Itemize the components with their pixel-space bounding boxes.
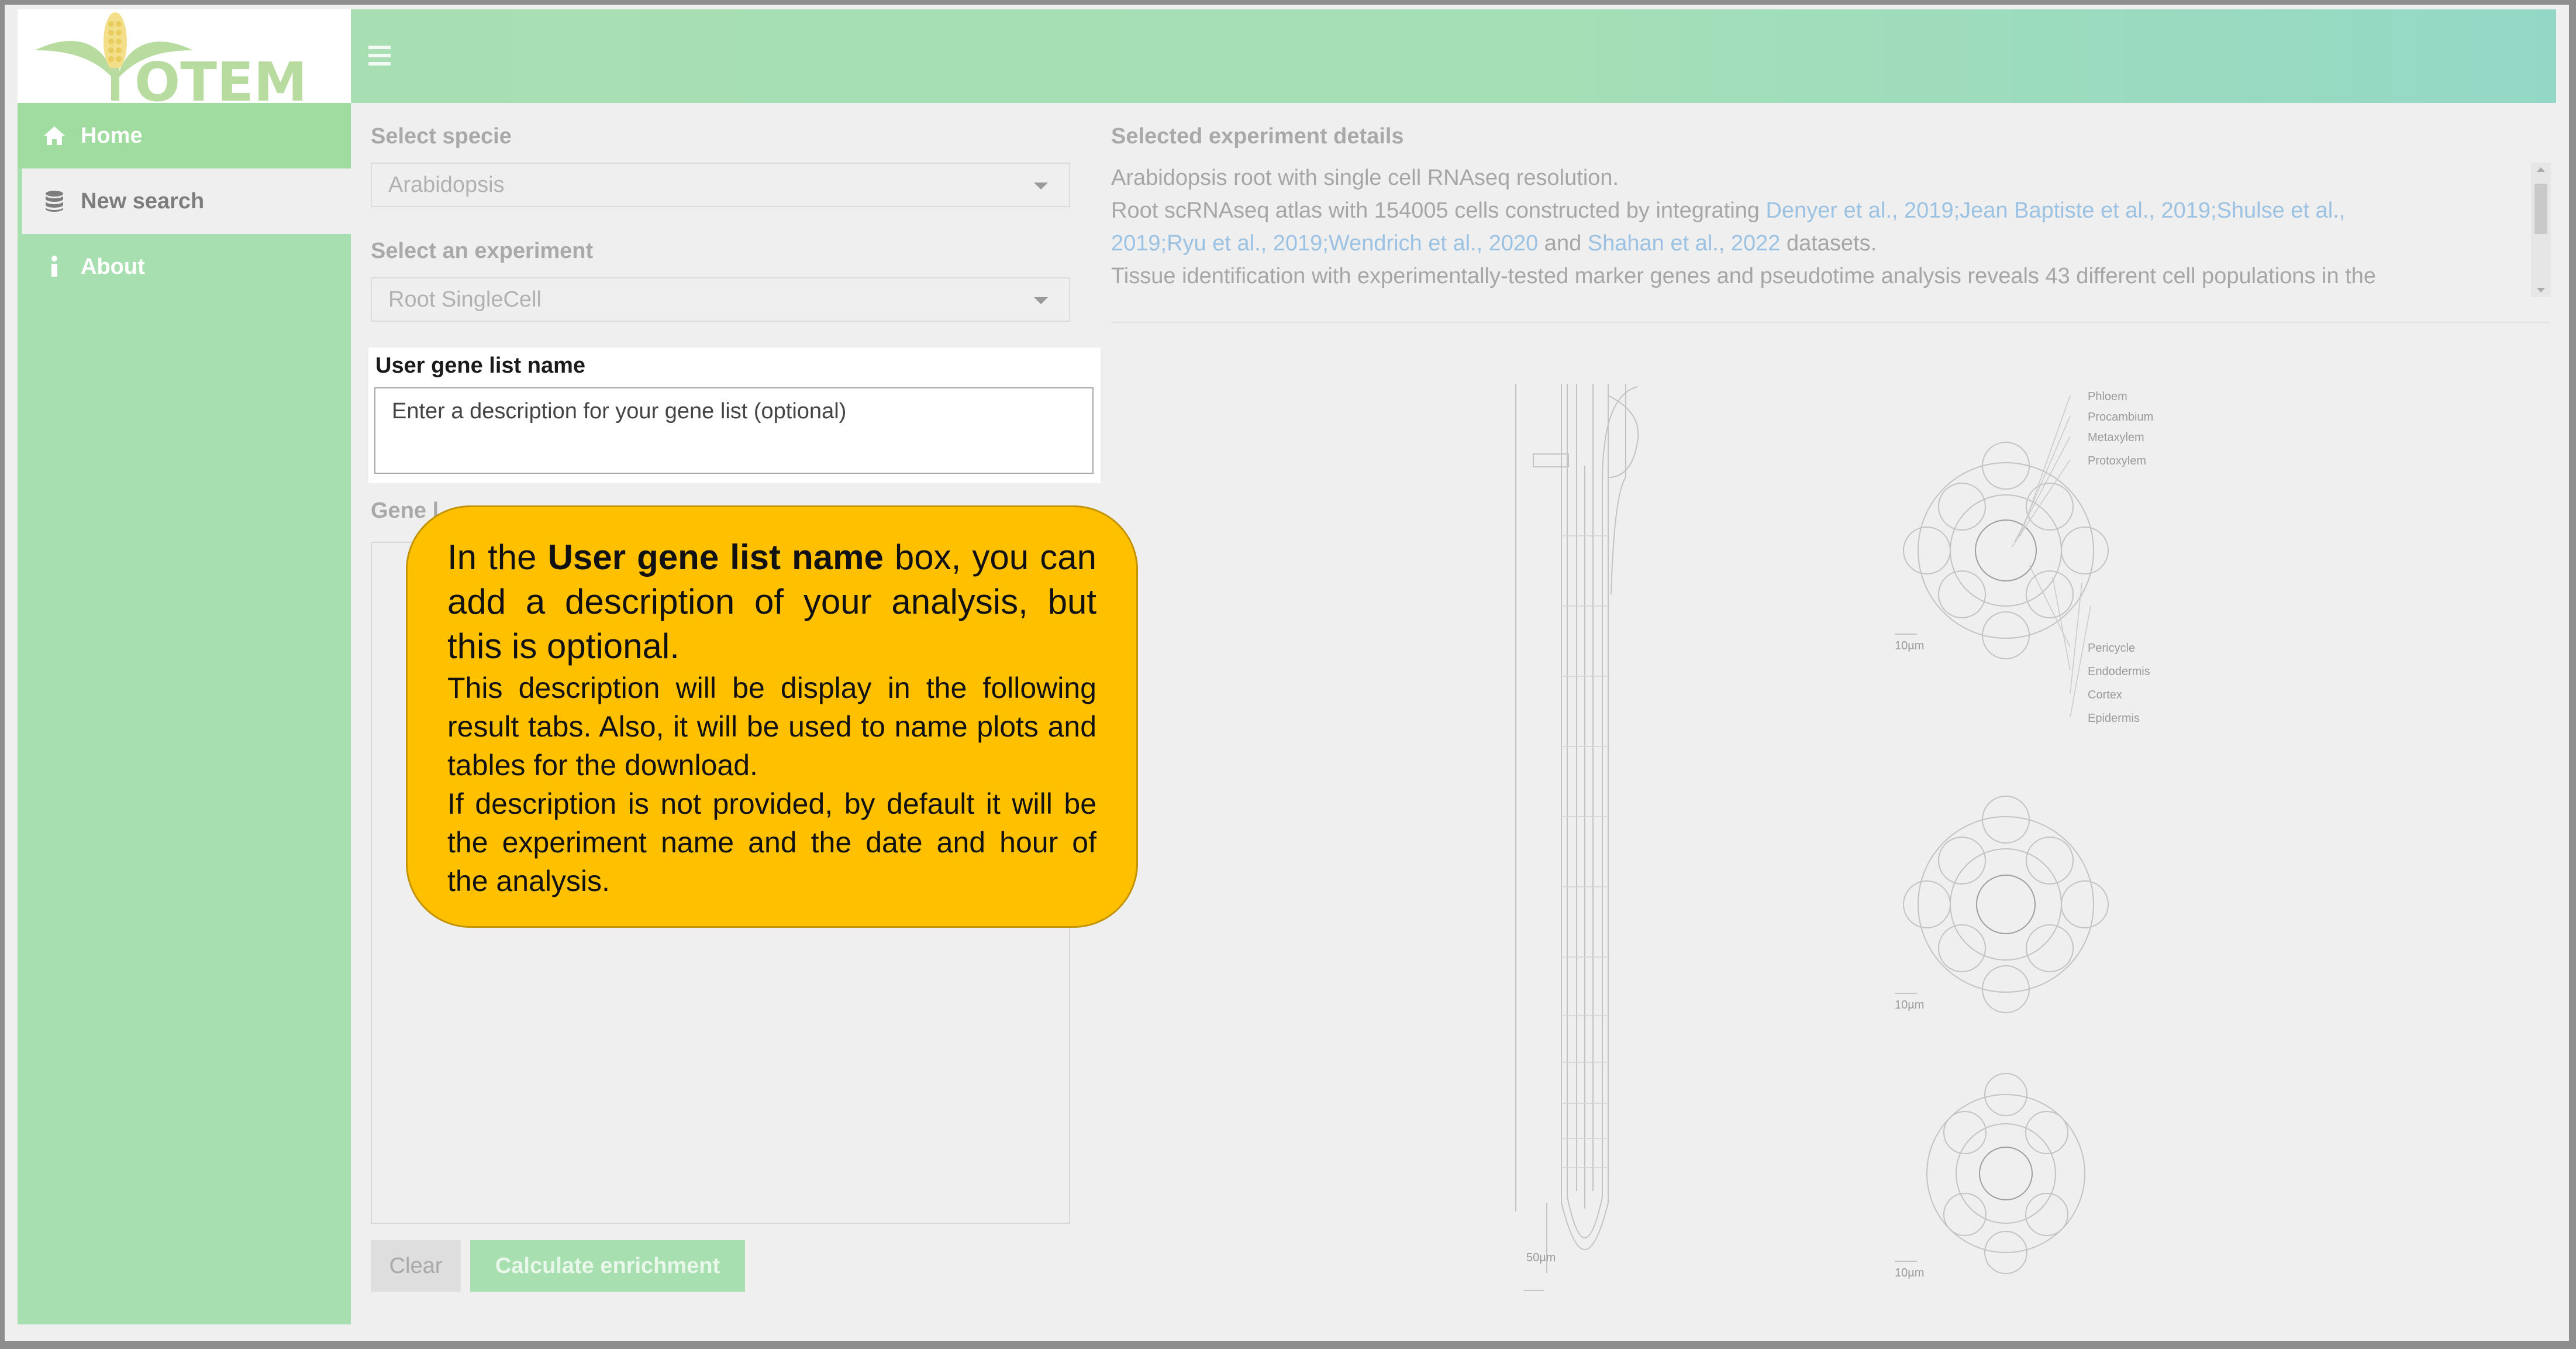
link-denyer[interactable]: Denyer et al., 2019 [1765, 198, 1953, 223]
link-shulse-year[interactable]: 2019 [1111, 231, 1161, 256]
sidebar-toggle-button[interactable] [368, 46, 391, 67]
database-icon [41, 188, 68, 215]
separator: ; [1160, 231, 1167, 256]
scrollbar-thumb[interactable] [2534, 184, 2547, 234]
callout-heading: In the User gene list name box, you can … [447, 535, 1096, 669]
logo: OTEM [18, 9, 351, 113]
divider [1111, 322, 2550, 323]
sidebar-item-home[interactable]: Home [18, 103, 351, 168]
chevron-down-icon [1034, 183, 1048, 190]
link-ryu[interactable]: Ryu et al., 2019 [1167, 231, 1322, 256]
separator: ; [1322, 231, 1329, 256]
experiment-select-value: Root SingleCell [388, 287, 542, 312]
experiment-label: Select an experiment [371, 239, 594, 263]
gene-list-name-group: User gene list name Enter a description … [368, 347, 1101, 483]
link-shulse[interactable]: Shulse et al., [2217, 198, 2346, 223]
chevron-down-icon [1034, 297, 1048, 304]
callout-paragraph: This description will be display in the … [447, 672, 1096, 782]
details-line: 2019;Ryu et al., 2019;Wendrich et al., 2… [1111, 227, 2526, 260]
info-icon [41, 253, 68, 280]
scroll-down-arrow-icon[interactable] [2537, 288, 2545, 292]
details-line: Tissue identification with experimentall… [1111, 264, 2376, 288]
callout-text: In the [447, 538, 548, 577]
home-icon [41, 122, 68, 149]
figure-label-epidermis: Epidermis [2088, 712, 2140, 725]
figure-label-endodermis: Endodermis [2088, 665, 2150, 678]
sidebar-item-about[interactable]: About [18, 234, 351, 300]
scale-label-short: 10µm [1895, 999, 1924, 1011]
figure-label-cortex: Cortex [2088, 689, 2122, 701]
logo-text: OTEM [135, 51, 307, 103]
figure-label-protoxylem: Protoxylem [2088, 455, 2146, 467]
link-shahan[interactable]: Shahan et al., 2022 [1588, 231, 1781, 256]
clear-button[interactable]: Clear [371, 1240, 461, 1292]
sidebar-item-new-search[interactable]: New search [18, 168, 351, 234]
details-line: Arabidopsis root with single cell RNAseq… [1111, 166, 1619, 190]
tutorial-callout: In the User gene list name box, you can … [406, 505, 1138, 928]
figure-label-pericycle: Pericycle [2088, 642, 2135, 655]
species-label: Select specie [371, 124, 512, 149]
species-select[interactable]: Arabidopsis [371, 163, 1070, 207]
sidebar-item-label: Home [81, 123, 143, 148]
experiment-select[interactable]: Root SingleCell [371, 277, 1070, 322]
species-select-value: Arabidopsis [388, 173, 505, 197]
details-title: Selected experiment details [1111, 124, 1404, 149]
figure-label-phloem: Phloem [2088, 390, 2127, 403]
details-text: Root scRNAseq atlas with 154005 cells co… [1111, 198, 1766, 223]
details-text: datasets. [1780, 231, 1877, 256]
figure-label-metaxylem: Metaxylem [2088, 431, 2144, 444]
scale-label-short: 10µm [1895, 639, 1924, 652]
top-navbar: OTEM [18, 9, 2556, 113]
scale-label-short: 10µm [1895, 1267, 1924, 1279]
link-wendrich[interactable]: Wendrich et al., 2020 [1329, 231, 1538, 256]
details-line: Root scRNAseq atlas with 154005 cells co… [1111, 194, 2526, 227]
callout-paragraph: If description is not provided, by defau… [447, 787, 1096, 897]
root-anatomy-illustration: 50µm Phloem Procambium Metaxylem Protoxy… [1515, 384, 2153, 1291]
sidebar-item-label: About [81, 254, 145, 279]
scale-label-long: 50µm [1526, 1251, 1556, 1264]
gene-list-name-label: User gene list name [375, 353, 586, 378]
calculate-enrichment-button[interactable]: Calculate enrichment [470, 1240, 745, 1292]
gene-list-name-input[interactable]: Enter a description for your gene list (… [374, 387, 1094, 474]
app-window: OTEM Home New search About Select specie… [18, 9, 2556, 1324]
experiment-details-text: Arabidopsis root with single cell RNAseq… [1111, 161, 2526, 309]
scroll-up-arrow-icon[interactable] [2537, 167, 2545, 172]
screenshot-frame: OTEM Home New search About Select specie… [0, 0, 2576, 1349]
callout-bold-text: User gene list name [547, 538, 884, 577]
corn-logo-icon: OTEM [35, 12, 307, 113]
details-text: and [1538, 231, 1588, 256]
sidebar: Home New search About [18, 103, 351, 1324]
link-jean-baptiste[interactable]: Jean Baptiste et al., 2019 [1960, 198, 2211, 223]
separator: ; [1953, 198, 1960, 223]
sidebar-item-label: New search [81, 188, 205, 214]
separator: ; [2211, 198, 2217, 223]
figure-label-procambium: Procambium [2088, 411, 2153, 424]
details-scrollbar[interactable] [2531, 163, 2551, 297]
